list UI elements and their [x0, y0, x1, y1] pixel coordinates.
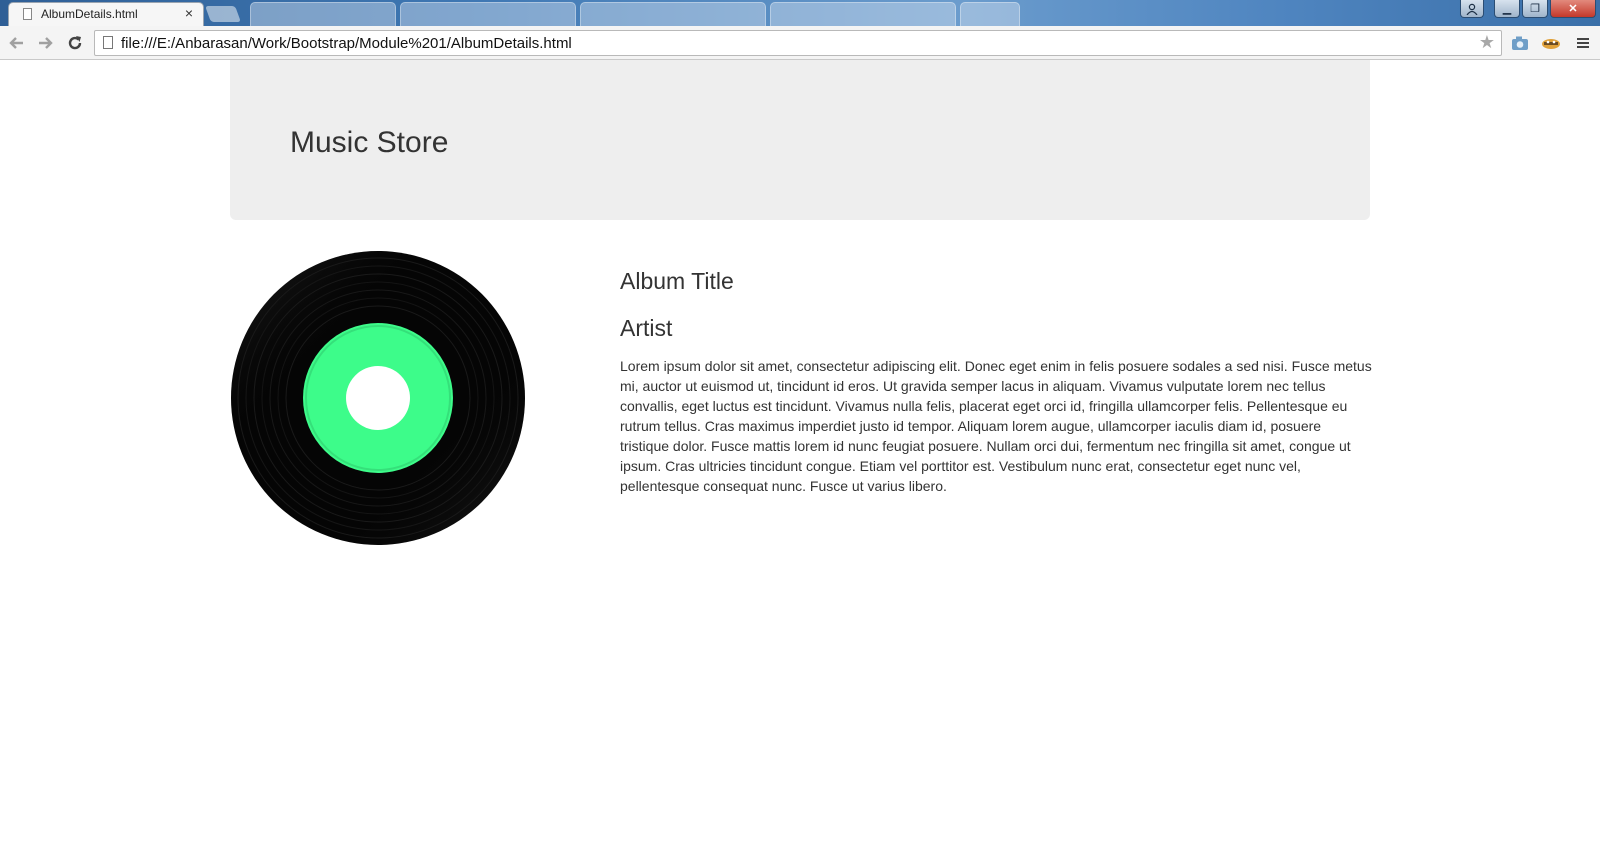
background-tab[interactable] — [960, 2, 1020, 26]
window-controls: ▁ ❐ ✕ — [1460, 0, 1596, 20]
camera-icon[interactable] — [1509, 32, 1531, 54]
user-icon[interactable] — [1460, 0, 1484, 18]
new-tab-button[interactable] — [205, 6, 241, 22]
album-title: Album Title — [620, 268, 734, 294]
vinyl-record-icon — [231, 251, 525, 545]
tab-close-icon[interactable]: × — [185, 5, 193, 21]
jumbotron: Music Store — [230, 60, 1370, 220]
forward-arrow-icon[interactable] — [34, 32, 56, 54]
album-artist: Artist — [620, 315, 673, 341]
minimize-button[interactable]: ▁ — [1494, 0, 1520, 18]
url-text: file:///E:/Anbarasan/Work/Bootstrap/Modu… — [121, 35, 572, 52]
maximize-button[interactable]: ❐ — [1522, 0, 1548, 18]
page-icon — [103, 36, 113, 49]
background-tab[interactable] — [580, 2, 766, 26]
album-description: Lorem ipsum dolor sit amet, consectetur … — [620, 358, 1372, 494]
page-title: Music Store — [290, 126, 449, 159]
page-content: Music Store Album Title Artist Lorem ips… — [0, 60, 1600, 860]
reload-icon[interactable] — [64, 32, 86, 54]
page-icon — [23, 8, 32, 20]
address-bar[interactable]: file:///E:/Anbarasan/Work/Bootstrap/Modu… — [94, 30, 1502, 56]
extension-icon[interactable] — [1540, 32, 1562, 54]
close-window-button[interactable]: ✕ — [1550, 0, 1596, 18]
browser-titlebar: AlbumDetails.html × ▁ ❐ ✕ — [0, 0, 1600, 26]
browser-toolbar: file:///E:/Anbarasan/Work/Bootstrap/Modu… — [0, 26, 1600, 60]
background-tab[interactable] — [400, 2, 576, 26]
menu-icon[interactable] — [1572, 32, 1594, 54]
album-details: Album Title Artist Lorem ipsum dolor sit… — [620, 268, 1372, 496]
back-arrow-icon[interactable] — [6, 32, 28, 54]
background-tab[interactable] — [250, 2, 396, 26]
tab-title: AlbumDetails.html — [41, 7, 138, 21]
background-tab[interactable] — [770, 2, 956, 26]
star-icon[interactable]: ★ — [1479, 32, 1495, 53]
tab-album-details[interactable]: AlbumDetails.html × — [8, 2, 204, 26]
album-cover-image — [230, 250, 526, 546]
